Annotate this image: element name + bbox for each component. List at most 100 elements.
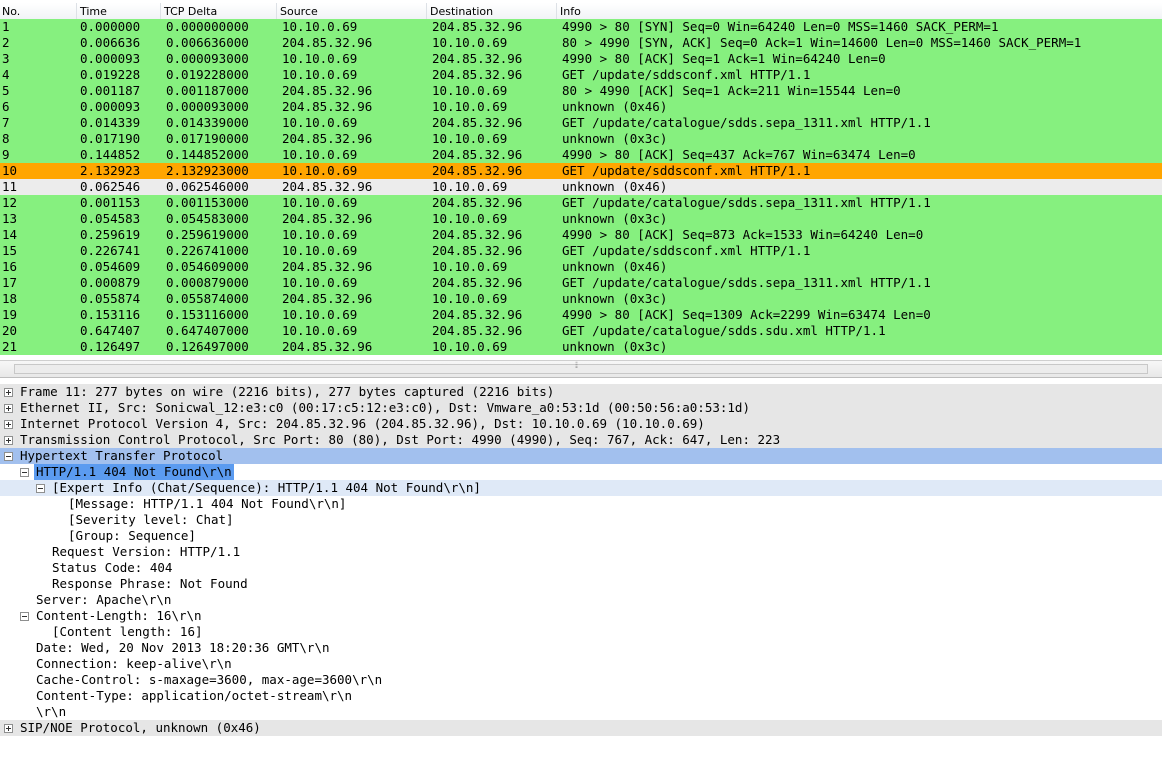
packet-source: 10.10.0.69 [282, 147, 358, 162]
packet-destination: 204.85.32.96 [432, 147, 523, 162]
detail-tree-item[interactable]: Connection: keep-alive\r\n [0, 656, 1162, 672]
packet-tcp-delta: 0.017190000 [166, 131, 249, 146]
packet-row[interactable]: 13 0.054583 0.054583000 204.85.32.96 10.10.0… [0, 211, 1162, 227]
detail-tree-item[interactable]: Content-Length: 16\r\n [0, 608, 1162, 624]
splitter-grip-icon[interactable]: ⦙⦙ [575, 361, 578, 371]
packet-tcp-delta: 0.000093000 [166, 99, 249, 114]
packet-row[interactable]: 8 0.017190 0.017190000 204.85.32.96 10.10.0.… [0, 131, 1162, 147]
packet-details-pane[interactable]: Frame 11: 277 bytes on wire (2216 bits),… [0, 384, 1162, 766]
detail-tree-item[interactable]: Response Phrase: Not Found [0, 576, 1162, 592]
packet-row[interactable]: 7 0.014339 0.014339000 10.10.0.69 204.85.32.… [0, 115, 1162, 131]
packet-row[interactable]: 20 0.647407 0.647407000 10.10.0.69 204.85.32… [0, 323, 1162, 339]
packet-time: 2.132923 [80, 163, 141, 178]
expand-icon[interactable] [4, 436, 13, 445]
pane-splitter[interactable]: ⦙⦙ [0, 360, 1162, 378]
detail-tree-item[interactable]: Internet Protocol Version 4, Src: 204.85… [0, 416, 1162, 432]
packet-source: 204.85.32.96 [282, 211, 373, 226]
horizontal-scrollbar[interactable] [14, 364, 1148, 374]
collapse-icon[interactable] [20, 468, 29, 477]
packet-source: 204.85.32.96 [282, 99, 373, 114]
detail-tree-item[interactable]: Frame 11: 277 bytes on wire (2216 bits),… [0, 384, 1162, 400]
packet-no: 1 [2, 19, 10, 34]
detail-tree-item[interactable]: [Expert Info (Chat/Sequence): HTTP/1.1 4… [0, 480, 1162, 496]
packet-list-pane[interactable]: No. Time TCP Delta Source Destination In… [0, 0, 1162, 360]
packet-row[interactable]: 18 0.055874 0.055874000 204.85.32.96 10.10.0… [0, 291, 1162, 307]
packet-destination: 10.10.0.69 [432, 99, 508, 114]
expand-icon[interactable] [4, 724, 13, 733]
packet-time: 0.226741 [80, 243, 141, 258]
expand-icon[interactable] [4, 404, 13, 413]
detail-tree-item[interactable]: Server: Apache\r\n [0, 592, 1162, 608]
expand-icon[interactable] [4, 420, 13, 429]
detail-tree-item[interactable]: Cache-Control: s-maxage=3600, max-age=36… [0, 672, 1162, 688]
detail-tree-item[interactable]: Date: Wed, 20 Nov 2013 18:20:36 GMT\r\n [0, 640, 1162, 656]
detail-tree-item[interactable]: Status Code: 404 [0, 560, 1162, 576]
packet-row[interactable]: 3 0.000093 0.000093000 10.10.0.69 204.85.32.… [0, 51, 1162, 67]
packet-destination: 204.85.32.96 [432, 51, 523, 66]
packet-info: 4990 > 80 [ACK] Seq=1 Ack=1 Win=64240 Le… [562, 51, 886, 66]
packet-row[interactable]: 1 0.000000 0.000000000 10.10.0.69 204.85.32.… [0, 19, 1162, 35]
packet-row[interactable]: 4 0.019228 0.019228000 10.10.0.69 204.85.32.… [0, 67, 1162, 83]
packet-tcp-delta: 0.006636000 [166, 35, 249, 50]
detail-tree-label: [Content length: 16] [52, 624, 203, 639]
packet-tcp-delta: 0.000000000 [166, 19, 249, 34]
packet-row[interactable]: 11 0.062546 0.062546000 204.85.32.96 10.10.0… [0, 179, 1162, 195]
packet-info: 80 > 4990 [SYN, ACK] Seq=0 Ack=1 Win=146… [562, 35, 1082, 50]
detail-tree-item[interactable]: HTTP/1.1 404 Not Found\r\n [0, 464, 1162, 480]
packet-row[interactable]: 14 0.259619 0.259619000 10.10.0.69 204.85.32… [0, 227, 1162, 243]
packet-row[interactable]: 9 0.144852 0.144852000 10.10.0.69 204.85.32.… [0, 147, 1162, 163]
column-header-tcp-delta[interactable]: TCP Delta [164, 5, 217, 18]
column-header-no[interactable]: No. [2, 5, 20, 18]
packet-row[interactable]: 12 0.001153 0.001153000 10.10.0.69 204.85.32… [0, 195, 1162, 211]
detail-tree-item[interactable]: [Group: Sequence] [0, 528, 1162, 544]
packet-row[interactable]: 16 0.054609 0.054609000 204.85.32.96 10.10.0… [0, 259, 1162, 275]
detail-tree-item[interactable]: [Message: HTTP/1.1 404 Not Found\r\n] [0, 496, 1162, 512]
detail-tree-item[interactable]: [Content length: 16] [0, 624, 1162, 640]
detail-tree-item[interactable]: Ethernet II, Src: Sonicwal_12:e3:c0 (00:… [0, 400, 1162, 416]
packet-row[interactable]: 17 0.000879 0.000879000 10.10.0.69 204.85.32… [0, 275, 1162, 291]
column-header-source[interactable]: Source [280, 5, 318, 18]
column-header-info[interactable]: Info [560, 5, 581, 18]
detail-tree-item[interactable]: \r\n [0, 704, 1162, 720]
packet-no: 16 [2, 259, 18, 274]
packet-row[interactable]: 21 0.126497 0.126497000 204.85.32.96 10.10.0… [0, 339, 1162, 355]
packet-source: 10.10.0.69 [282, 115, 358, 130]
packet-no: 5 [2, 83, 10, 98]
packet-no: 7 [2, 115, 10, 130]
collapse-icon[interactable] [4, 452, 13, 461]
detail-tree-item[interactable]: Hypertext Transfer Protocol [0, 448, 1162, 464]
detail-tree-item[interactable]: [Severity level: Chat] [0, 512, 1162, 528]
packet-tcp-delta: 0.014339000 [166, 115, 249, 130]
packet-no: 12 [2, 195, 18, 210]
detail-tree-item[interactable]: Transmission Control Protocol, Src Port:… [0, 432, 1162, 448]
column-header-destination[interactable]: Destination [430, 5, 493, 18]
packet-info: 4990 > 80 [ACK] Seq=873 Ack=1533 Win=642… [562, 227, 924, 242]
packet-row[interactable]: 19 0.153116 0.153116000 10.10.0.69 204.85.32… [0, 307, 1162, 323]
packet-destination: 204.85.32.96 [432, 19, 523, 34]
packet-source: 10.10.0.69 [282, 51, 358, 66]
detail-tree-label: [Group: Sequence] [68, 528, 196, 543]
packet-destination: 10.10.0.69 [432, 179, 508, 194]
packet-time: 0.055874 [80, 291, 141, 306]
packet-time: 0.017190 [80, 131, 141, 146]
packet-source: 10.10.0.69 [282, 323, 358, 338]
packet-no: 9 [2, 147, 10, 162]
collapse-icon[interactable] [20, 612, 29, 621]
packet-row[interactable]: 2 0.006636 0.006636000 204.85.32.96 10.10.0.… [0, 35, 1162, 51]
packet-row[interactable]: 10 2.132923 2.132923000 10.10.0.69 204.85.32… [0, 163, 1162, 179]
packet-time: 0.000879 [80, 275, 141, 290]
expand-icon[interactable] [4, 388, 13, 397]
detail-tree-item[interactable]: Content-Type: application/octet-stream\r… [0, 688, 1162, 704]
packet-info: unknown (0x3c) [562, 339, 668, 354]
column-header-time[interactable]: Time [80, 5, 107, 18]
detail-tree-item[interactable]: Request Version: HTTP/1.1 [0, 544, 1162, 560]
packet-row[interactable]: 15 0.226741 0.226741000 10.10.0.69 204.85.32… [0, 243, 1162, 259]
packet-row[interactable]: 5 0.001187 0.001187000 204.85.32.96 10.10.0.… [0, 83, 1162, 99]
detail-tree-label: Frame 11: 277 bytes on wire (2216 bits),… [20, 384, 555, 399]
packet-no: 3 [2, 51, 10, 66]
collapse-icon[interactable] [36, 484, 45, 493]
packet-row[interactable]: 6 0.000093 0.000093000 204.85.32.96 10.10.0.… [0, 99, 1162, 115]
detail-tree-item[interactable]: SIP/NOE Protocol, unknown (0x46) [0, 720, 1162, 736]
packet-time: 0.019228 [80, 67, 141, 82]
packet-time: 0.126497 [80, 339, 141, 354]
